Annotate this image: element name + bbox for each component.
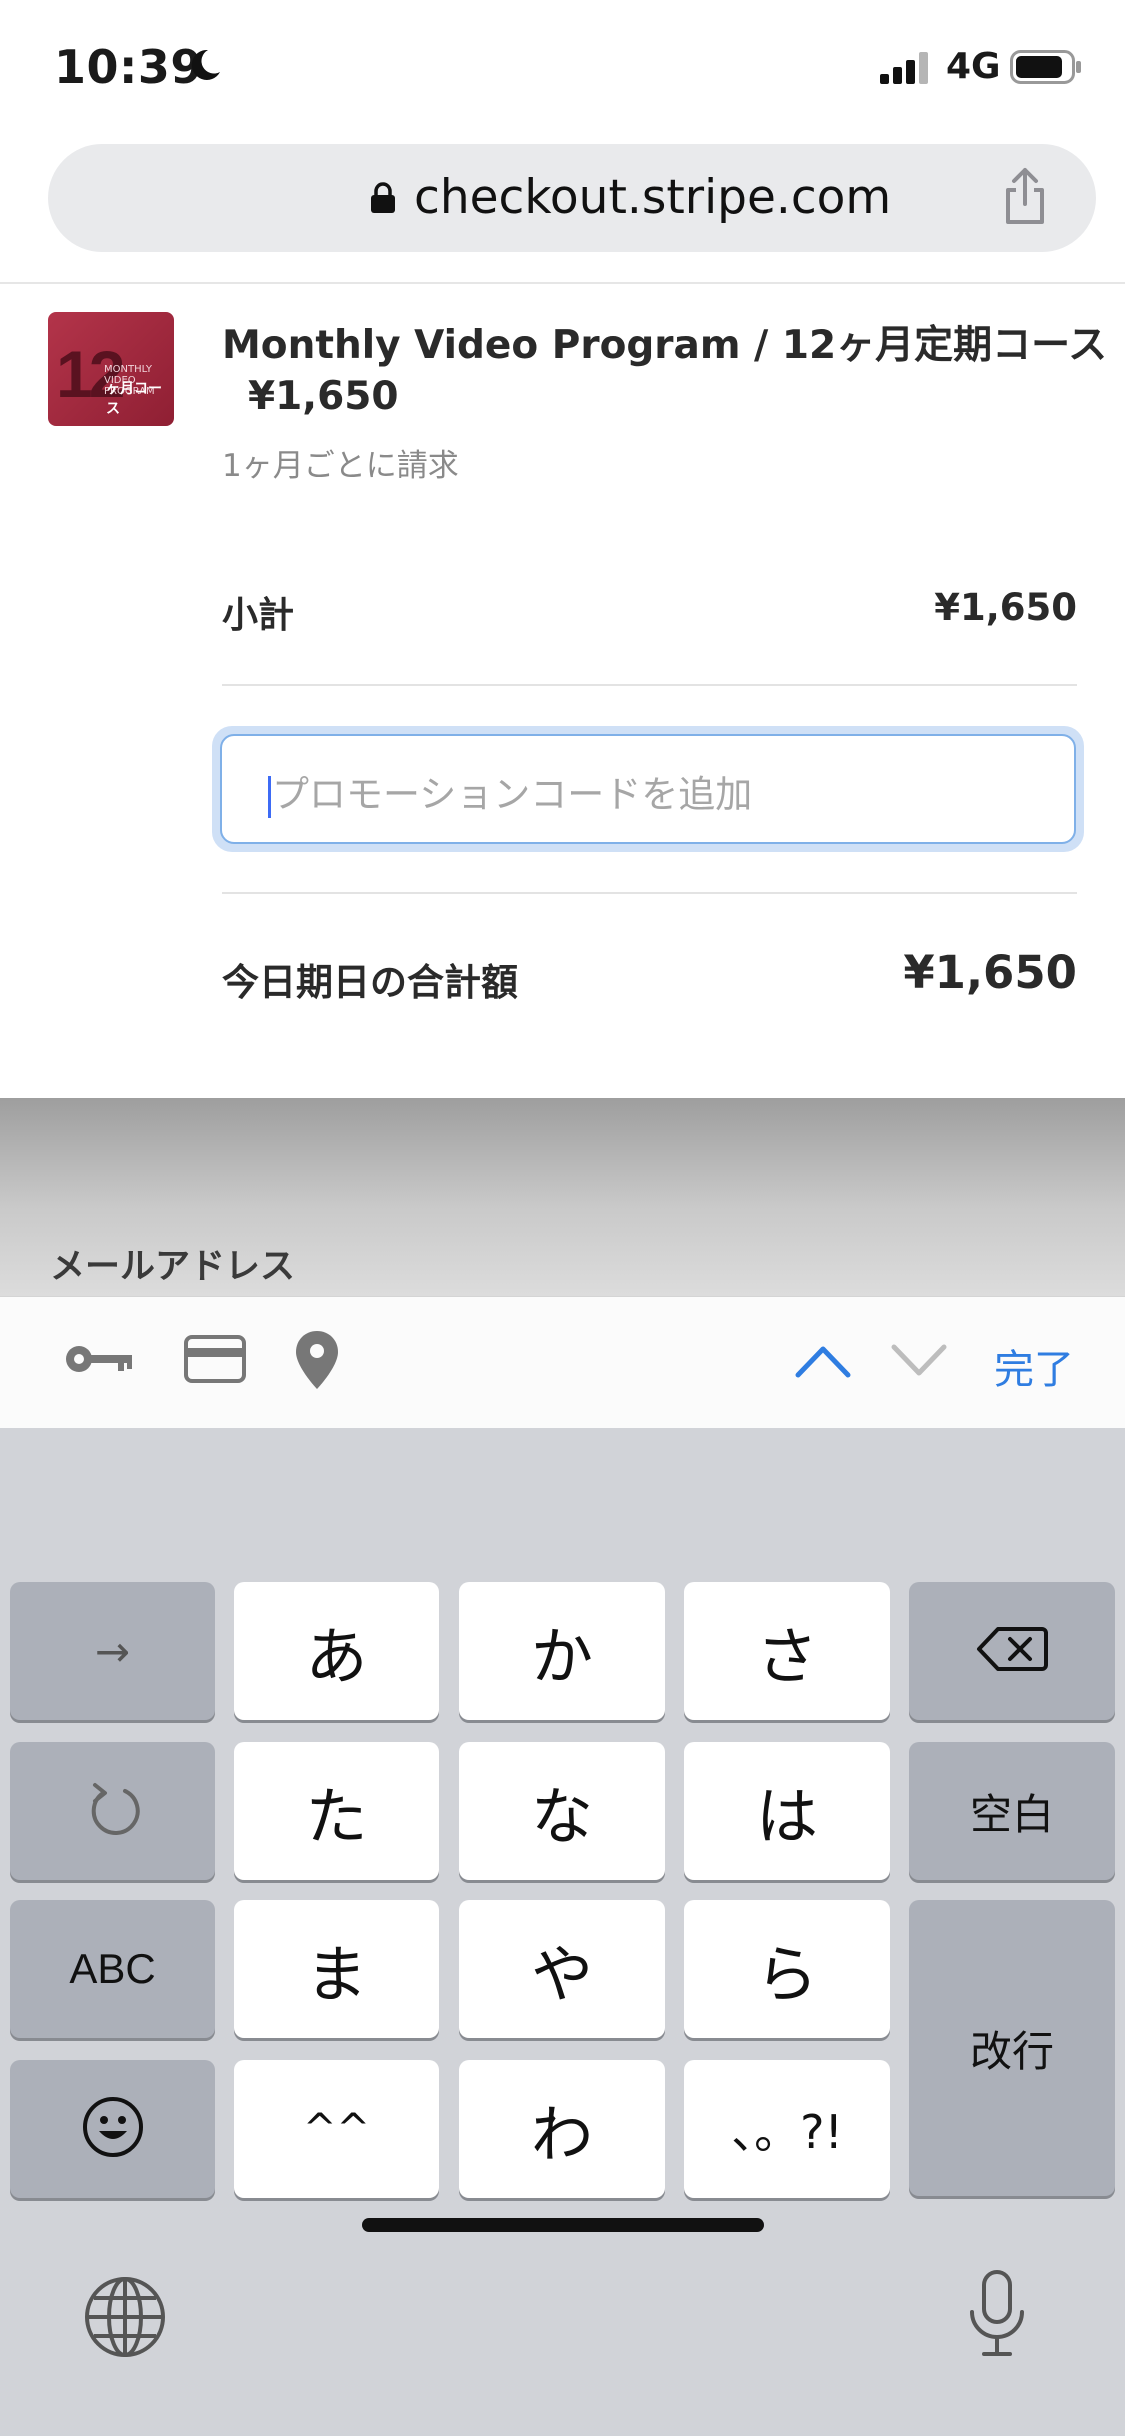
key-label: 改行 <box>969 2026 1054 2076</box>
product-thumbnail: 12 MONTHLY VIDEO PROGRAM ヶ月コース <box>48 312 174 426</box>
status-time: 10:39 <box>54 40 203 94</box>
key-emoji[interactable] <box>10 2060 215 2198</box>
key-wa[interactable]: わ <box>459 2060 665 2198</box>
microphone-icon[interactable] <box>966 2268 1028 2364</box>
key-label: 、。?! <box>731 2105 843 2159</box>
promo-code-box[interactable] <box>220 734 1076 844</box>
key-label: ま <box>305 1938 368 2011</box>
key-label: か <box>530 1620 593 1693</box>
key-label: は <box>755 1780 818 1853</box>
signal-icon <box>880 52 932 88</box>
key-label: わ <box>530 2098 593 2171</box>
product-price: ¥1,650 <box>248 374 399 419</box>
key-ka[interactable]: か <box>459 1582 665 1720</box>
undo-icon <box>85 1779 141 1843</box>
promo-code-input[interactable] <box>272 768 1052 820</box>
product-name: Monthly Video Program / 12ヶ月定期コース <box>222 323 1108 368</box>
key-arrow-label: → <box>94 1626 131 1676</box>
url-text[interactable]: checkout.stripe.com <box>414 170 891 225</box>
delete-icon <box>976 1625 1048 1677</box>
key-arrow[interactable]: → <box>10 1582 215 1720</box>
key-ra[interactable]: ら <box>684 1900 890 2038</box>
key-punctuation[interactable]: 、。?! <box>684 2060 890 2198</box>
chevron-down-icon[interactable] <box>890 1343 948 1383</box>
network-type: 4G <box>946 46 1001 87</box>
billing-interval: 1ヶ月ごとに請求 <box>222 448 459 484</box>
emoji-icon <box>81 2095 145 2163</box>
key-ha[interactable]: は <box>684 1742 890 1880</box>
divider <box>222 892 1077 894</box>
key-undo[interactable] <box>10 1742 215 1880</box>
share-icon[interactable] <box>1000 164 1050 232</box>
divider <box>222 684 1077 686</box>
key-label: ABC <box>69 1945 156 1992</box>
globe-icon[interactable] <box>82 2274 168 2364</box>
key-icon[interactable] <box>64 1339 134 1383</box>
status-bar: 10:39 4G <box>0 0 1125 140</box>
keyboard-accessory-bar: 完了 <box>0 1296 1125 1428</box>
keyboard: → あ か さ た な は 空白 ABC ま や ら 改行 ^^ わ 、。?! <box>0 1428 1125 2436</box>
key-space[interactable]: 空白 <box>909 1742 1115 1880</box>
email-label: メールアドレス <box>50 1247 296 1287</box>
key-ta[interactable]: た <box>234 1742 439 1880</box>
location-pin-icon[interactable] <box>294 1329 340 1395</box>
total-value: ¥1,650 <box>903 946 1077 999</box>
total-label: 今日期日の合計額 <box>222 961 518 1004</box>
key-label: や <box>530 1938 593 2011</box>
home-indicator[interactable] <box>362 2218 764 2232</box>
key-label: あ <box>305 1620 368 1693</box>
key-label: た <box>305 1780 368 1853</box>
key-label: な <box>530 1780 593 1853</box>
key-sa[interactable]: さ <box>684 1582 890 1720</box>
chevron-up-icon[interactable] <box>794 1343 852 1383</box>
key-return[interactable]: 改行 <box>909 1900 1115 2196</box>
text-cursor <box>268 776 271 818</box>
key-abc[interactable]: ABC <box>10 1900 215 2038</box>
subtotal-label: 小計 <box>222 595 295 636</box>
key-label: 空白 <box>969 1789 1054 1839</box>
key-delete[interactable] <box>909 1582 1115 1720</box>
key-kaomoji[interactable]: ^^ <box>234 2060 439 2198</box>
thumbnail-caption-jp: ヶ月コース <box>106 381 162 417</box>
key-a[interactable]: あ <box>234 1582 439 1720</box>
key-ya[interactable]: や <box>459 1900 665 2038</box>
key-ma[interactable]: ま <box>234 1900 439 2038</box>
battery-icon <box>1010 50 1082 88</box>
done-button[interactable]: 完了 <box>994 1337 1074 1395</box>
divider <box>0 282 1125 284</box>
moon-icon <box>188 48 222 86</box>
subtotal-value: ¥1,650 <box>934 586 1077 629</box>
key-na[interactable]: な <box>459 1742 665 1880</box>
lock-icon <box>370 182 396 218</box>
url-bar[interactable]: checkout.stripe.com <box>48 144 1096 252</box>
credit-card-icon[interactable] <box>184 1335 246 1387</box>
key-label: ^^ <box>302 2106 371 2152</box>
key-label: ら <box>755 1938 818 2011</box>
promo-code-field[interactable] <box>212 726 1084 852</box>
key-label: さ <box>755 1620 818 1693</box>
